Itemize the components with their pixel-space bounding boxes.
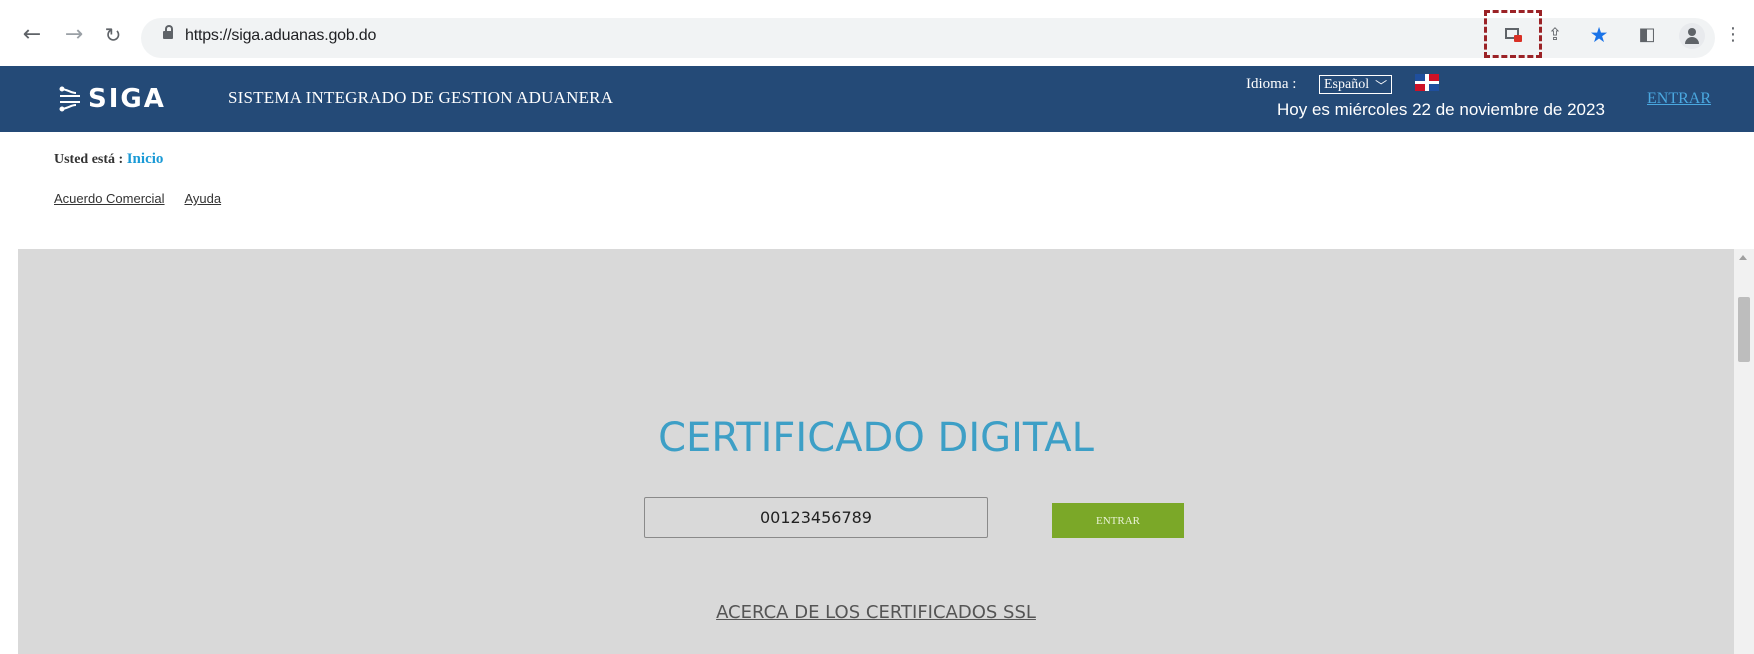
lock-icon[interactable]: [163, 25, 173, 39]
page-title: CERTIFICADO DIGITAL: [658, 415, 1094, 461]
scroll-up-arrow-icon[interactable]: [1739, 255, 1747, 260]
dominican-flag-icon[interactable]: [1415, 74, 1439, 91]
siga-logo[interactable]: SIGA: [58, 83, 208, 115]
logo-text: SIGA: [88, 84, 166, 114]
idioma-label: Idioma :: [1246, 76, 1297, 92]
ssl-info-link[interactable]: ACERCA DE LOS CERTIFICADOS SSL: [716, 602, 1036, 623]
site-header: SIGA SISTEMA INTEGRADO DE GESTION ADUANE…: [0, 66, 1754, 132]
current-date: Hoy es miércoles 22 de noviembre de 2023: [1277, 100, 1605, 119]
login-link[interactable]: ENTRAR: [1647, 90, 1711, 108]
cast-icon[interactable]: [1503, 24, 1525, 46]
browser-toolbar: ← → ↻ https://siga.aduanas.gob.do ⇪ ★ ◧ …: [0, 0, 1754, 66]
language-select-value: Español: [1324, 77, 1370, 92]
ssl-info-link-wrapper: ACERCA DE LOS CERTIFICADOS SSL: [18, 602, 1734, 623]
profile-icon[interactable]: [1679, 23, 1705, 49]
address-bar[interactable]: [141, 18, 1715, 58]
ayuda-link[interactable]: Ayuda: [184, 191, 221, 206]
menu-kebab-icon[interactable]: ⋮: [1722, 24, 1744, 46]
back-button[interactable]: ←: [19, 22, 45, 48]
language-select[interactable]: Español ﹀: [1319, 75, 1393, 94]
reload-button[interactable]: ↻: [100, 22, 126, 48]
entrar-button[interactable]: ENTRAR: [1052, 503, 1184, 538]
chevron-down-icon: ﹀: [1375, 79, 1388, 93]
certificate-id-input[interactable]: [644, 497, 988, 538]
scroll-thumb[interactable]: [1738, 297, 1750, 362]
breadcrumb: Usted está : Inicio: [54, 151, 163, 168]
side-panel-icon[interactable]: ◧: [1636, 24, 1658, 46]
scrollbar[interactable]: [1734, 249, 1754, 654]
top-links: Acuerdo Comercial Ayuda: [54, 191, 238, 206]
share-icon[interactable]: ⇪: [1544, 24, 1566, 46]
forward-button[interactable]: →: [61, 22, 87, 48]
system-title: SISTEMA INTEGRADO DE GESTION ADUANERA: [228, 88, 614, 107]
certificate-panel: CERTIFICADO DIGITAL ENTRAR ACERCA DE LOS…: [18, 249, 1734, 654]
bookmark-star-icon[interactable]: ★: [1588, 24, 1610, 46]
url-text[interactable]: https://siga.aduanas.gob.do: [185, 27, 376, 45]
acuerdo-comercial-link[interactable]: Acuerdo Comercial: [54, 191, 165, 206]
breadcrumb-prefix: Usted está :: [54, 152, 124, 167]
breadcrumb-current[interactable]: Inicio: [127, 151, 164, 167]
